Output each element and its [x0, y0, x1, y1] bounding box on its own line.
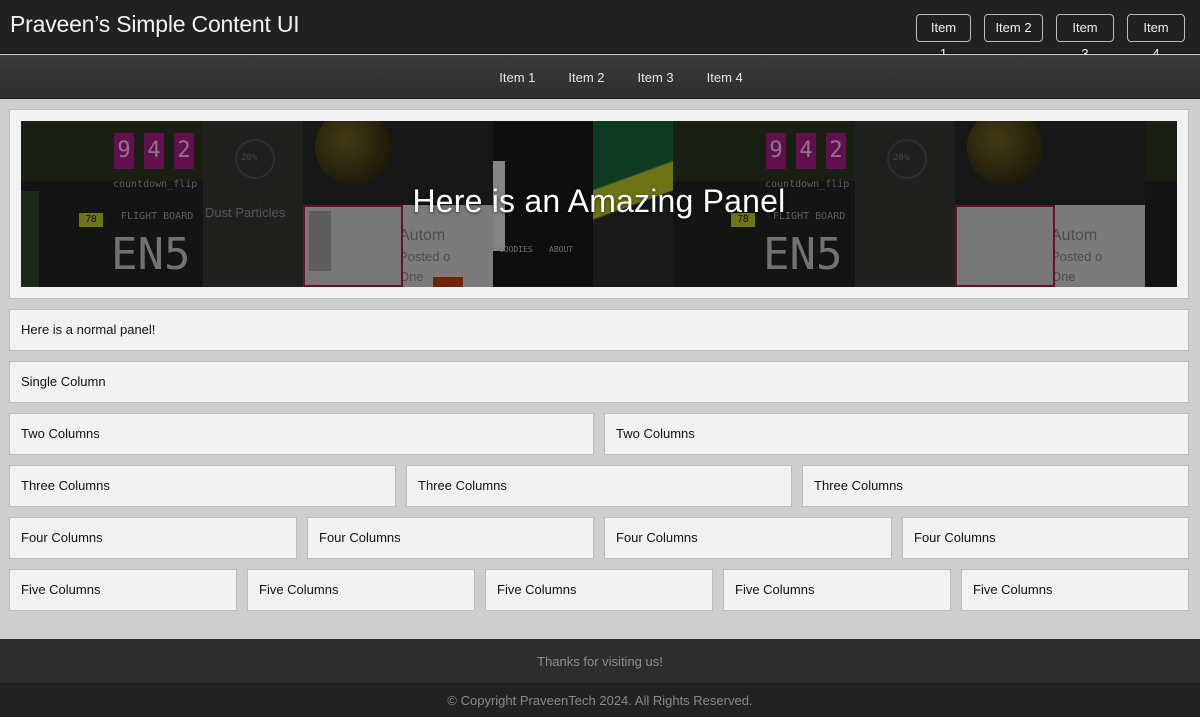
five-column-panel-1: Five Columns [9, 569, 237, 611]
top-header: Praveen’s Simple Content UI Item 1 Item … [0, 0, 1200, 61]
footer-message: Thanks for visiting us! [0, 639, 1200, 684]
single-column-panel: Single Column [9, 361, 1189, 403]
nav-bar: Item 1 Item 2 Item 3 Item 4 [0, 55, 1200, 99]
nav-item-1[interactable]: Item 1 [499, 70, 535, 85]
normal-panel: Here is a normal panel! [9, 309, 1189, 351]
header-item-1-button[interactable]: Item 1 [916, 14, 971, 61]
four-column-panel-1: Four Columns [9, 517, 297, 559]
hero-banner-image: 9 4 2 countdown_flip FLIGHT BOARD 78 EN5… [21, 121, 1177, 287]
five-column-panel-3: Five Columns [485, 569, 713, 611]
nav-item-3[interactable]: Item 3 [638, 70, 674, 85]
site-title: Praveen’s Simple Content UI [10, 11, 300, 37]
header-item-4-button[interactable]: Item 4 [1127, 14, 1185, 61]
four-column-panel-3: Four Columns [604, 517, 892, 559]
footer: Thanks for visiting us! © Copyright Prav… [0, 639, 1200, 717]
three-column-panel-1: Three Columns [9, 465, 396, 507]
three-column-panel-2: Three Columns [406, 465, 792, 507]
hero-title: Here is an Amazing Panel [412, 183, 786, 219]
two-column-panel-2: Two Columns [604, 413, 1189, 455]
nav-item-4[interactable]: Item 4 [707, 70, 743, 85]
hero-panel: 9 4 2 countdown_flip FLIGHT BOARD 78 EN5… [9, 109, 1189, 299]
header-item-3-button[interactable]: Item 3 [1056, 14, 1114, 61]
nav-item-2[interactable]: Item 2 [568, 70, 604, 85]
four-column-panel-4: Four Columns [902, 517, 1189, 559]
header-actions: Item 1 Item 2 Item 3 Item 4 [916, 14, 1185, 61]
five-column-panel-4: Five Columns [723, 569, 951, 611]
header-item-2-button[interactable]: Item 2 [984, 14, 1043, 42]
two-column-panel-1: Two Columns [9, 413, 594, 455]
five-column-panel-2: Five Columns [247, 569, 475, 611]
five-column-panel-5: Five Columns [961, 569, 1189, 611]
three-column-panel-3: Three Columns [802, 465, 1189, 507]
nav-links: Item 1 Item 2 Item 3 Item 4 [0, 55, 1200, 99]
footer-copyright: © Copyright PraveenTech 2024. All Rights… [0, 684, 1200, 717]
four-column-panel-2: Four Columns [307, 517, 594, 559]
